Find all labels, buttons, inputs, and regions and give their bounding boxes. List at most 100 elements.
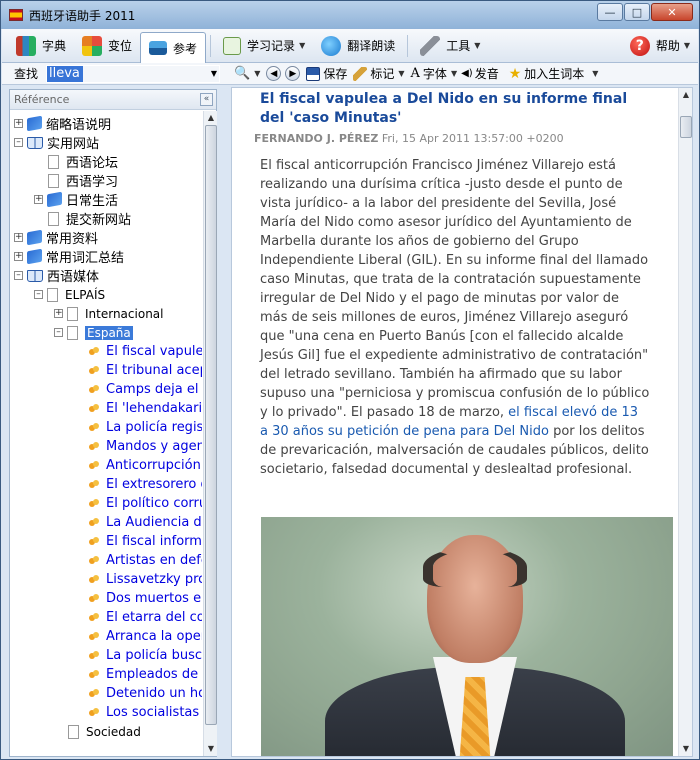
close-button[interactable]: ✕ [651, 3, 693, 21]
search-box[interactable]: ▼ [46, 64, 220, 83]
tree-item[interactable]: – 西语媒体 [14, 266, 99, 285]
font-button[interactable]: A 字体 ▼ [411, 65, 458, 82]
chevron-down-icon[interactable]: ▼ [474, 41, 480, 50]
tree-item[interactable]: + Internacional [54, 304, 163, 323]
tree-item[interactable]: + 常用词汇总结 [14, 247, 124, 266]
speech-bubble-icon [321, 35, 342, 56]
save-button[interactable]: 保存 [306, 65, 347, 82]
scroll-thumb[interactable] [680, 116, 692, 138]
article-item[interactable]: El político corrup [88, 494, 202, 513]
article-item[interactable]: Arranca la opera [88, 627, 202, 646]
article-icon [88, 479, 100, 490]
scroll-thumb[interactable] [205, 125, 217, 725]
collapse-panel-button[interactable]: « [200, 93, 213, 106]
tools-button[interactable]: 工具 ▼ [412, 32, 488, 60]
search-options-button[interactable]: 🔍 ▼ [234, 66, 260, 81]
scroll-up-icon[interactable]: ▲ [679, 88, 692, 102]
article-item[interactable]: Dos muertos en [88, 589, 202, 608]
search-input[interactable] [47, 65, 83, 82]
scroll-down-icon[interactable]: ▼ [679, 742, 692, 756]
article-item[interactable]: Detenido un hon [88, 684, 202, 703]
add-vocab-button[interactable]: ★ 加入生词本 ▼ [509, 65, 599, 82]
article-icon [88, 612, 100, 623]
help-button[interactable]: ? 帮助 ▼ [622, 32, 698, 60]
article-item[interactable]: Mandos y agente [88, 437, 202, 456]
article-item[interactable]: El 'lehendakari' d [88, 399, 202, 418]
article-item[interactable]: La policía registr [88, 418, 202, 437]
chevron-down-icon[interactable]: ▼ [211, 69, 217, 78]
tree-item[interactable]: 提交新网站 [48, 209, 131, 228]
book-icon [27, 115, 42, 132]
maximize-button[interactable]: □ [624, 3, 650, 21]
expand-icon[interactable]: + [54, 309, 63, 318]
back-button[interactable]: ◀ [266, 66, 285, 81]
reference-tab[interactable]: 参考 [140, 31, 207, 64]
forward-button[interactable]: ▶ [285, 66, 304, 81]
article-item[interactable]: Anticorrupción so [88, 456, 202, 475]
scroll-up-icon[interactable]: ▲ [204, 111, 218, 125]
expand-icon[interactable]: + [14, 252, 23, 261]
article-item[interactable]: La policía busca [88, 646, 202, 665]
article-byline: FERNANDO J. PÉREZ Fri, 15 Apr 2011 13:57… [254, 132, 564, 145]
expand-icon[interactable]: + [14, 233, 23, 242]
article-item[interactable]: El etarra del con [88, 608, 202, 627]
open-book-icon [27, 269, 43, 282]
article-item[interactable]: Camps deja el ho [88, 380, 202, 399]
article-icon [88, 441, 100, 452]
article-item[interactable]: Artistas en defer [88, 551, 202, 570]
study-record-button[interactable]: 学习记录 ▼ [215, 32, 313, 60]
article-item[interactable]: Lissavetzky prop [88, 570, 202, 589]
tree-item[interactable]: 西语学习 [48, 171, 118, 190]
article-item[interactable]: El fiscal informa [88, 532, 202, 551]
article-item[interactable]: El tribunal acepta [88, 361, 202, 380]
conjugation-label: 变位 [108, 39, 133, 53]
panel-title: Référence [14, 93, 70, 106]
tree-scrollbar[interactable]: ▲ ▼ [203, 111, 217, 756]
chevron-down-icon[interactable]: ▼ [684, 41, 690, 50]
article-scrollbar[interactable]: ▲ ▼ [678, 88, 692, 756]
dictionary-button[interactable]: 字典 [8, 32, 74, 60]
collapse-icon[interactable]: – [14, 138, 23, 147]
chevron-down-icon[interactable]: ▼ [592, 69, 598, 78]
expand-icon[interactable]: + [34, 195, 43, 204]
expand-icon[interactable]: + [14, 119, 23, 128]
reference-label: 参考 [173, 41, 198, 56]
chevron-down-icon[interactable]: ▼ [299, 41, 305, 50]
tree-item[interactable]: + 日常生活 [34, 190, 118, 209]
tree-item[interactable]: Sociedad [68, 722, 141, 741]
article-item[interactable]: La Audiencia de [88, 513, 202, 532]
tree-item[interactable]: – 实用网站 [14, 133, 99, 152]
article-item[interactable]: El fiscal vapulea [88, 342, 202, 361]
pronounce-button[interactable]: ◀) 发音 [461, 65, 499, 82]
tree-item[interactable]: + 缩略语说明 [14, 114, 111, 133]
article-icon [88, 574, 100, 585]
cubes-icon [82, 35, 103, 56]
article-icon [88, 536, 100, 547]
chevron-down-icon[interactable]: ▼ [398, 69, 404, 78]
collapse-icon[interactable]: – [34, 290, 43, 299]
minimize-button[interactable]: — [597, 3, 623, 21]
chevron-down-icon[interactable]: ▼ [451, 69, 457, 78]
collapse-icon[interactable]: – [14, 271, 23, 280]
article-date: Fri, 15 Apr 2011 13:57:00 +0200 [381, 132, 564, 145]
scroll-down-icon[interactable]: ▼ [204, 742, 218, 756]
collapse-icon[interactable]: – [54, 328, 63, 337]
conjugation-button[interactable]: 变位 [74, 32, 140, 60]
article-icon [88, 422, 100, 433]
mark-button[interactable]: 标记 ▼ [353, 65, 405, 82]
reference-tree-panel: Référence « + 缩略语说明 – 实用网站 西语论坛 西语学习 + 日… [9, 89, 217, 757]
article-item[interactable]: Empleados de M [88, 665, 202, 684]
document-icon [67, 306, 78, 321]
tree-item-selected[interactable]: – España [54, 323, 133, 342]
help-icon: ? [629, 35, 650, 56]
document-icon [68, 724, 79, 739]
article-item[interactable]: Los socialistas p [88, 703, 202, 722]
dictionary-label: 字典 [42, 39, 67, 53]
translate-read-button[interactable]: 翻译朗读 [313, 32, 403, 60]
tree-item[interactable]: – ELPAÍS [34, 285, 105, 304]
magnifier-icon: 🔍 [234, 66, 251, 81]
tree-item[interactable]: + 常用资料 [14, 228, 98, 247]
tree-item[interactable]: 西语论坛 [48, 152, 118, 171]
search-bar: 查找 ▼ 🔍▼ ◀ ▶ 保存 标记 ▼ A 字体 ▼ ◀) 发音 ★ [2, 63, 698, 85]
article-item[interactable]: El extresorero de [88, 475, 202, 494]
